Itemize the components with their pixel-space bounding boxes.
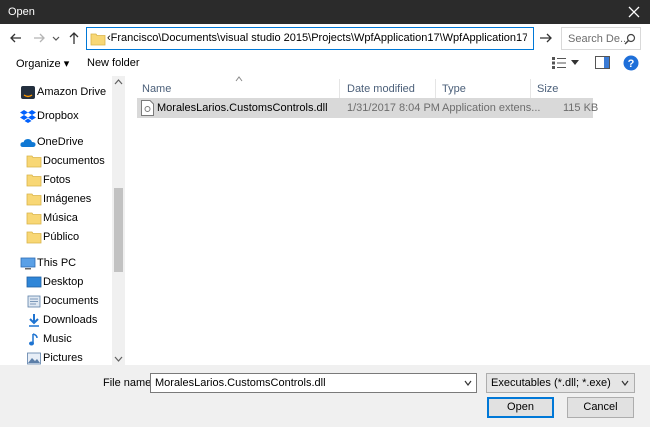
- nav-item-imagenes[interactable]: Imágenes: [0, 190, 112, 209]
- music-icon: [29, 333, 38, 346]
- file-name-input[interactable]: MoralesLarios.CustomsControls.dll: [150, 373, 477, 393]
- svg-text:?: ?: [628, 58, 635, 70]
- nav-item-label: Pictures: [43, 352, 83, 364]
- column-name-label: Name: [142, 83, 172, 95]
- address-bar[interactable]: ‹Francisco\Documents\visual studio 2015\…: [86, 27, 534, 50]
- nav-item-label: This PC: [37, 257, 77, 269]
- nav-item-music[interactable]: Music: [0, 330, 112, 349]
- close-icon[interactable]: [624, 2, 644, 22]
- title-bar: Open: [0, 0, 650, 24]
- organize-button[interactable]: Organize ▾: [16, 57, 69, 70]
- new-folder-button[interactable]: New folder: [87, 57, 140, 69]
- nav-item-desktop[interactable]: Desktop: [0, 273, 112, 292]
- desktop-icon: [26, 276, 42, 288]
- nav-item-label: Fotos: [43, 174, 71, 186]
- preview-pane-icon[interactable]: [595, 56, 610, 69]
- nav-item-documentos[interactable]: Documentos: [0, 152, 112, 171]
- nav-item-downloads[interactable]: Downloads: [0, 311, 112, 330]
- file-date: 1/31/2017 8:04 PM: [347, 102, 440, 114]
- onedrive-icon: [20, 139, 36, 147]
- column-size-label: Size: [537, 83, 559, 95]
- documents-icon: [27, 295, 41, 308]
- search-icon: [624, 33, 636, 45]
- chevron-down-icon: [621, 380, 629, 386]
- nav-item-label: OneDrive: [37, 136, 84, 148]
- chevron-down-icon[interactable]: [464, 380, 472, 386]
- file-type-value: Executables (*.dll; *.exe): [491, 377, 611, 389]
- nav-item-documents[interactable]: Documents: [0, 292, 112, 311]
- nav-item-fotos[interactable]: Fotos: [0, 171, 112, 190]
- nav-item-label: Downloads: [43, 314, 98, 326]
- navigation-scrollbar[interactable]: [112, 76, 125, 365]
- column-type-label: Type: [442, 83, 466, 95]
- nav-item-pictures[interactable]: Pictures: [0, 349, 112, 365]
- recent-locations-chevron-icon[interactable]: [51, 30, 61, 46]
- dropbox-icon: [20, 110, 36, 123]
- dialog-footer: File name: MoralesLarios.CustomsControls…: [0, 365, 650, 427]
- up-arrow-icon[interactable]: [66, 30, 82, 46]
- folder-icon: [26, 174, 42, 187]
- nav-item-label: Dropbox: [37, 110, 79, 122]
- folder-icon: [26, 231, 42, 244]
- nav-item-label: Público: [43, 231, 80, 243]
- search-placeholder: Search De...: [568, 33, 630, 45]
- nav-item-publico[interactable]: Público: [0, 228, 112, 247]
- folder-icon: [90, 33, 106, 46]
- folder-icon: [26, 155, 42, 168]
- address-path: ‹Francisco\Documents\visual studio 2015\…: [107, 32, 527, 44]
- go-arrow-icon[interactable]: [536, 29, 556, 47]
- file-size: 115 KB: [563, 102, 599, 114]
- view-dropdown-icon[interactable]: [571, 60, 579, 66]
- window-title: Open: [8, 6, 35, 18]
- view-options-icon[interactable]: [552, 57, 566, 69]
- open-button[interactable]: Open: [487, 397, 554, 418]
- nav-item-label: Amazon Drive: [37, 86, 107, 98]
- file-list: Name Date modified Type Size MoralesLari…: [125, 76, 650, 365]
- nav-item-onedrive[interactable]: OneDrive: [0, 133, 112, 152]
- dll-file-icon: [141, 100, 154, 116]
- help-icon[interactable]: ?: [623, 55, 639, 71]
- file-name: MoralesLarios.CustomsControls.dll: [157, 102, 328, 114]
- nav-item-label: Documents: [43, 295, 99, 307]
- this-pc-icon: [20, 257, 36, 270]
- nav-item-label: Música: [43, 212, 78, 224]
- nav-item-this-pc[interactable]: This PC: [0, 254, 112, 273]
- nav-item-label: Imágenes: [43, 193, 92, 205]
- folder-icon: [26, 212, 42, 225]
- nav-item-musica[interactable]: Música: [0, 209, 112, 228]
- sort-ascending-icon: [235, 76, 243, 82]
- downloads-icon: [29, 314, 39, 327]
- command-bar: Organize ▾ New folder ?: [0, 52, 650, 76]
- nav-item-label: Desktop: [43, 276, 84, 288]
- navigation-pane: Amazon Drive Dropbox OneDrive Documentos…: [0, 76, 125, 365]
- address-row: ‹Francisco\Documents\visual studio 2015\…: [0, 24, 650, 52]
- nav-item-label: Documentos: [43, 155, 105, 167]
- scroll-up-icon[interactable]: [114, 78, 123, 86]
- amazon-drive-icon: [21, 86, 35, 99]
- pictures-icon: [27, 352, 41, 365]
- nav-item-label: Music: [43, 333, 72, 345]
- forward-arrow-icon[interactable]: [31, 30, 47, 46]
- file-type: Application extens...: [442, 102, 541, 114]
- scrollbar-thumb[interactable]: [114, 188, 123, 272]
- cancel-button[interactable]: Cancel: [567, 397, 634, 418]
- file-name-label: File name:: [103, 377, 155, 389]
- file-type-select[interactable]: Executables (*.dll; *.exe): [486, 373, 635, 393]
- scroll-down-icon[interactable]: [114, 355, 123, 363]
- file-name-value: MoralesLarios.CustomsControls.dll: [155, 377, 326, 389]
- search-box[interactable]: Search De...: [561, 27, 641, 50]
- back-arrow-icon[interactable]: [8, 30, 24, 46]
- folder-icon: [26, 193, 42, 206]
- column-date-label: Date modified: [347, 83, 415, 95]
- nav-item-dropbox[interactable]: Dropbox: [0, 107, 112, 126]
- nav-item-amazon-drive[interactable]: Amazon Drive: [0, 83, 112, 102]
- file-row[interactable]: MoralesLarios.CustomsControls.dll 1/31/2…: [137, 98, 598, 118]
